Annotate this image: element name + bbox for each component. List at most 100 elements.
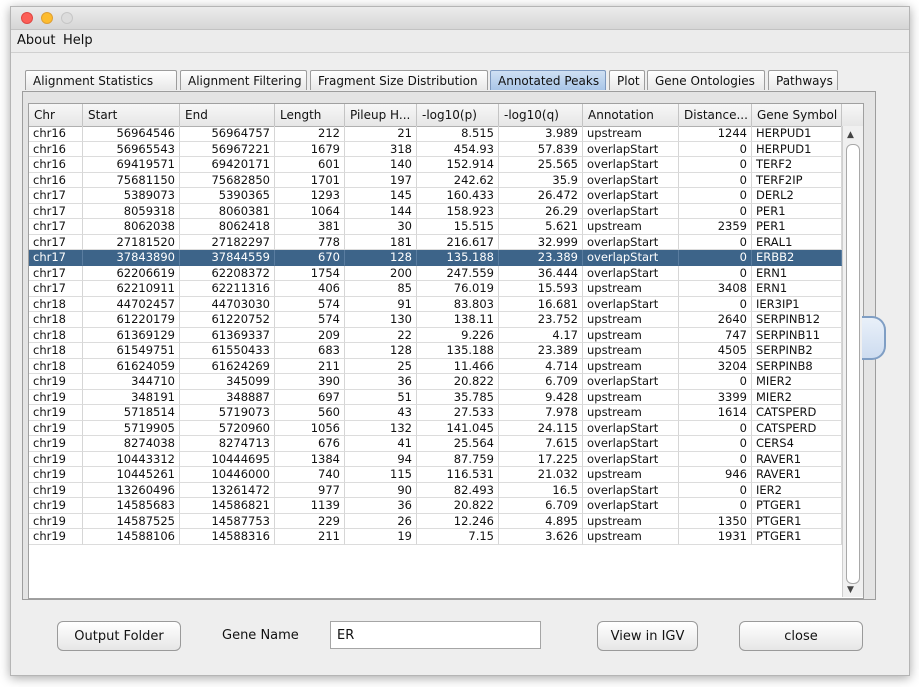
table-cell: 0 <box>679 296 752 312</box>
table-row[interactable]: chr17 8062038 8062418 381 30 15.515 5.621 upstr… <box>29 219 863 235</box>
table-cell: 152.914 <box>417 157 499 173</box>
table-cell: 4.895 <box>499 513 583 529</box>
tab-alignment-statistics[interactable]: Alignment Statistics <box>25 70 177 90</box>
menu-about[interactable]: About <box>17 33 55 48</box>
column-header[interactable]: Annotation <box>583 104 679 126</box>
table-cell: 35.9 <box>499 172 583 188</box>
table-cell: chr19 <box>29 436 83 452</box>
table-row[interactable]: chr18 61624059 61624269 211 25 11.466 4.714 ups… <box>29 358 863 374</box>
table-cell: chr16 <box>29 157 83 173</box>
column-header[interactable]: Start <box>83 104 180 126</box>
table-row[interactable]: chr19 14587525 14587753 229 26 12.246 4.895 ups… <box>29 513 863 529</box>
table-row[interactable]: chr16 56964546 56964757 212 21 8.515 3.989 upst… <box>29 126 863 142</box>
table-cell: 212 <box>275 126 345 142</box>
table-row[interactable]: chr16 69419571 69420171 601 140 152.914 25.565… <box>29 157 863 173</box>
tab-fragment-size-distribution[interactable]: Fragment Size Distribution <box>310 70 488 90</box>
table-cell: DERL2 <box>752 188 842 204</box>
table-row[interactable]: chr19 13260496 13261472 977 90 82.493 16.5 over… <box>29 482 863 498</box>
table-cell: 601 <box>275 157 345 173</box>
table-row[interactable]: chr19 348191 348887 697 51 35.785 9.428 upstrea… <box>29 389 863 405</box>
table-cell: 56964757 <box>180 126 275 142</box>
gene-name-input[interactable] <box>330 621 541 649</box>
tab-gene-ontologies[interactable]: Gene Ontologies <box>647 70 765 90</box>
table-row[interactable]: chr19 5719905 5720960 1056 132 141.045 24.115 o… <box>29 420 863 436</box>
table-header: Chr Start End Length Pileup H... -log10(p) -lo… <box>29 104 863 127</box>
column-header[interactable]: End <box>180 104 275 126</box>
table-cell: CERS4 <box>752 436 842 452</box>
column-header[interactable]: -log10(p) <box>417 104 499 126</box>
scrollbar-thumb[interactable] <box>846 144 860 584</box>
maximize-window-button[interactable] <box>61 12 73 24</box>
table-cell: 1139 <box>275 498 345 514</box>
table-row[interactable]: chr16 56965543 56967221 1679 318 454.93 57.839… <box>29 141 863 157</box>
table-cell: 740 <box>275 467 345 483</box>
arrow-down-icon[interactable]: ▼ <box>847 585 854 595</box>
table-cell: ERAL1 <box>752 234 842 250</box>
table-row[interactable]: chr19 10443312 10444695 1384 94 87.759 17.225 o… <box>29 451 863 467</box>
table-cell: 14587525 <box>83 513 180 529</box>
table-cell: 946 <box>679 467 752 483</box>
table-cell: overlapStart <box>583 188 679 204</box>
table-row[interactable]: chr19 8274038 8274713 676 41 25.564 7.615 overl… <box>29 436 863 452</box>
table-cell: overlapStart <box>583 420 679 436</box>
table-row[interactable]: chr19 14588106 14588316 211 19 7.15 3.626 upstr… <box>29 529 863 545</box>
table-cell: upstream <box>583 358 679 374</box>
table-cell: HERPUD1 <box>752 141 842 157</box>
table-cell: 16.5 <box>499 482 583 498</box>
table-row[interactable]: chr19 14585683 14586821 1139 36 20.822 6.709 ov… <box>29 498 863 514</box>
table-row[interactable]: chr16 75681150 75682850 1701 197 242.62 35.9 ov… <box>29 172 863 188</box>
table-cell: chr19 <box>29 467 83 483</box>
table-row[interactable]: chr17 8059318 8060381 1064 144 158.923 26.29 ov… <box>29 203 863 219</box>
table-cell: 574 <box>275 312 345 328</box>
arrow-up-icon[interactable]: ▲ <box>847 130 854 140</box>
column-header[interactable]: Gene Symbol <box>752 104 842 126</box>
table-cell: 211 <box>275 358 345 374</box>
table-cell: 1931 <box>679 529 752 545</box>
tab-annotated-peaks[interactable]: Annotated Peaks <box>490 70 606 90</box>
table-cell: upstream <box>583 513 679 529</box>
table-cell: 22 <box>345 327 417 343</box>
table-cell: 1384 <box>275 451 345 467</box>
table-cell: 8059318 <box>83 203 180 219</box>
table-row[interactable]: chr17 62210911 62211316 406 85 76.019 15.593 up… <box>29 281 863 297</box>
menu-help[interactable]: Help <box>63 33 93 48</box>
table-row[interactable]: chr19 10445261 10446000 740 115 116.531 21.032… <box>29 467 863 483</box>
column-header[interactable]: Pileup H... <box>345 104 417 126</box>
table-cell: overlapStart <box>583 296 679 312</box>
tab-alignment-filtering[interactable]: Alignment Filtering <box>180 70 307 90</box>
table-cell: 1754 <box>275 265 345 281</box>
tab-plot[interactable]: Plot <box>609 70 645 90</box>
table-row[interactable]: chr18 44702457 44703030 574 91 83.803 16.681 ov… <box>29 296 863 312</box>
table-row[interactable]: chr19 344710 345099 390 36 20.822 6.709 overlap… <box>29 374 863 390</box>
close-button[interactable]: close <box>739 621 863 651</box>
column-header[interactable]: Length <box>275 104 345 126</box>
table-cell: 27181520 <box>83 234 180 250</box>
table-row[interactable]: chr19 5718514 5719073 560 43 27.533 7.978 upstr… <box>29 405 863 421</box>
table-cell: ERBB2 <box>752 250 842 266</box>
table-row[interactable]: chr18 61369129 61369337 209 22 9.226 4.17 upstr… <box>29 327 863 343</box>
tab-pathways[interactable]: Pathways <box>768 70 838 90</box>
table-cell: overlapStart <box>583 498 679 514</box>
output-folder-button[interactable]: Output Folder <box>57 621 181 651</box>
view-in-igv-button[interactable]: View in IGV <box>597 621 698 651</box>
table-row[interactable]: chr17 27181520 27182297 778 181 216.617 32.999… <box>29 234 863 250</box>
table-row[interactable]: chr18 61220179 61220752 574 130 138.11 23.752 u… <box>29 312 863 328</box>
panel-resize-handle[interactable] <box>862 316 886 360</box>
table-cell: 0 <box>679 188 752 204</box>
table-cell: chr19 <box>29 451 83 467</box>
table-cell: 44703030 <box>180 296 275 312</box>
table-row[interactable]: chr17 37843890 37844559 670 128 135.188 23.389… <box>29 250 863 266</box>
table-cell: 12.246 <box>417 513 499 529</box>
column-header[interactable]: Distance... <box>679 104 752 126</box>
table-row[interactable]: chr18 61549751 61550433 683 128 135.188 23.389… <box>29 343 863 359</box>
column-header[interactable]: -log10(q) <box>499 104 583 126</box>
column-header[interactable]: Chr <box>29 104 83 126</box>
table-row[interactable]: chr17 5389073 5390365 1293 145 160.433 26.472 o… <box>29 188 863 204</box>
table-cell: chr16 <box>29 126 83 142</box>
table-cell: chr19 <box>29 482 83 498</box>
vertical-scrollbar[interactable]: ▲ ▼ <box>842 126 863 597</box>
table-row[interactable]: chr17 62206619 62208372 1754 200 247.559 36.44… <box>29 265 863 281</box>
minimize-window-button[interactable] <box>41 12 53 24</box>
close-window-button[interactable] <box>21 12 33 24</box>
table-cell: chr18 <box>29 296 83 312</box>
